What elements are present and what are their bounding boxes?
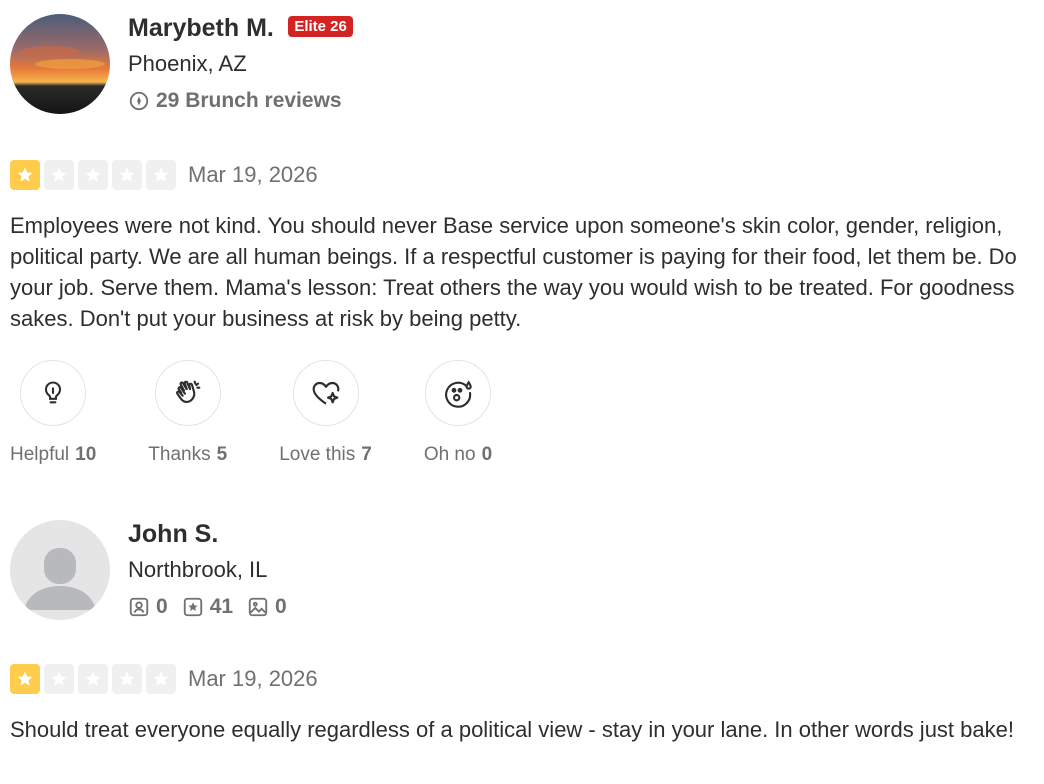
reviews-count: 41 [209, 595, 234, 618]
star-icon [44, 160, 74, 190]
compass-icon [129, 91, 149, 111]
star-icon [78, 664, 108, 694]
user-info: Marybeth M. Elite 26 Phoenix, AZ 29 Brun… [128, 14, 356, 113]
brunch-reviews-stat[interactable]: 29 Brunch reviews [128, 89, 342, 113]
reaction-label: Oh no 0 [423, 444, 493, 465]
photo-icon [248, 597, 268, 617]
rating-row: Mar 19, 2026 [10, 664, 1034, 694]
review-date: Mar 19, 2026 [188, 162, 318, 187]
star-icon [10, 160, 40, 190]
helpful-button[interactable] [20, 360, 87, 426]
star-rating [10, 160, 180, 190]
review-card: John S. Northbrook, IL 0 41 0 Mar 19, 20… [10, 520, 1034, 745]
lightbulb-icon [45, 381, 62, 404]
review-star-icon [183, 597, 202, 617]
reaction-love[interactable]: Love this 7 [279, 360, 372, 466]
reaction-thanks[interactable]: Thanks 5 [148, 360, 227, 466]
star-icon [112, 664, 142, 694]
clapping-hands-icon [175, 380, 201, 404]
heart-sparkle-icon [312, 381, 339, 405]
review-card: Marybeth M. Elite 26 Phoenix, AZ 29 Brun… [10, 14, 1034, 466]
oh-no-button[interactable] [424, 360, 491, 426]
friends-icon [129, 597, 149, 617]
star-rating [10, 664, 180, 694]
reaction-oh-no[interactable]: Oh no 0 [424, 360, 492, 466]
elite-badge[interactable]: Elite 26 [288, 16, 353, 37]
user-stats: 29 Brunch reviews [128, 89, 356, 113]
avatar[interactable] [10, 520, 110, 620]
review-date: Mar 19, 2026 [188, 666, 318, 691]
reaction-helpful[interactable]: Helpful 10 [10, 360, 96, 466]
rating-row: Mar 19, 2026 [10, 160, 1034, 190]
star-icon [146, 664, 176, 694]
reviews-stat: 41 [182, 595, 233, 619]
star-icon [44, 664, 74, 694]
review-text: Should treat everyone equally regardless… [10, 717, 1014, 742]
user-stats: 0 41 0 [128, 595, 301, 619]
reaction-bar: Helpful 10 Thanks 5 Love this 7 Oh no 0 [10, 360, 1034, 466]
surprised-face-icon [445, 380, 472, 408]
reaction-label: Thanks 5 [148, 444, 228, 465]
star-icon [112, 160, 142, 190]
user-info: John S. Northbrook, IL 0 41 0 [128, 520, 301, 619]
photos-stat: 0 [247, 595, 287, 619]
reaction-label: Helpful 10 [10, 444, 97, 465]
photos-count: 0 [275, 595, 287, 618]
user-name[interactable]: Marybeth M. [128, 14, 274, 43]
friends-stat: 0 [128, 595, 168, 619]
review-text: Employees were not kind. You should neve… [10, 213, 1017, 331]
star-icon [10, 664, 40, 694]
love-this-button[interactable] [292, 360, 359, 426]
friends-count: 0 [156, 595, 168, 618]
brunch-reviews-text: 29 Brunch reviews [156, 89, 342, 112]
reaction-label: Love this 7 [279, 444, 372, 465]
user-location: Phoenix, AZ [128, 51, 247, 76]
star-icon [146, 160, 176, 190]
avatar[interactable] [10, 14, 110, 114]
star-icon [78, 160, 108, 190]
user-location: Northbrook, IL [128, 557, 268, 582]
user-header: John S. Northbrook, IL 0 41 0 [10, 520, 1034, 622]
thanks-button[interactable] [154, 360, 221, 426]
user-header: Marybeth M. Elite 26 Phoenix, AZ 29 Brun… [10, 14, 1034, 116]
user-name[interactable]: John S. [128, 520, 218, 549]
